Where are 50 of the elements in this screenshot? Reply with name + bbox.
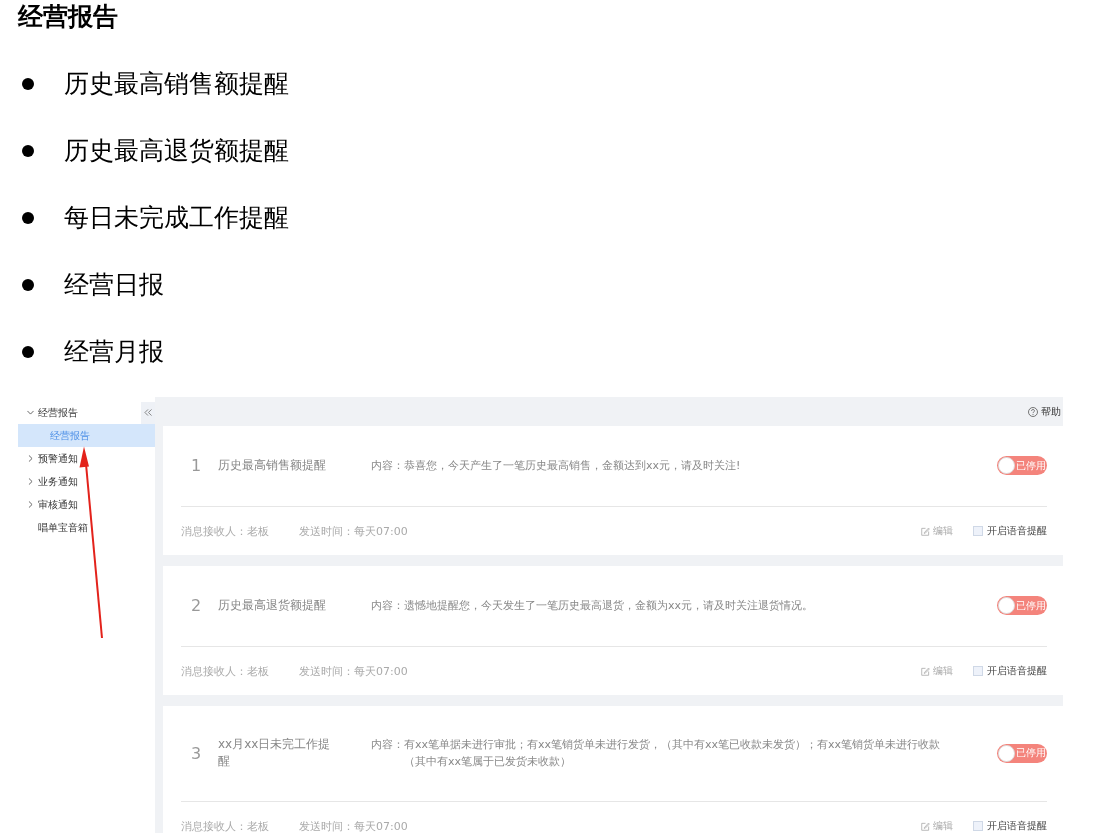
bullet-icon [22,279,34,291]
bullet-text: 历史最高销售额提醒 [64,68,289,100]
switch-knob-icon [998,597,1015,614]
content-label: 内容： [371,458,404,474]
edit-icon [921,526,930,536]
switch-knob-icon [998,457,1015,474]
bullet-icon [22,346,34,358]
bullet-text: 历史最高退货额提醒 [64,135,289,167]
send-time-text: 发送时间：每天07:00 [299,818,408,833]
send-time-text: 发送时间：每天07:00 [299,523,408,539]
slide-title: 经营报告 [16,1,119,33]
receiver-text: 消息接收人：老板 [181,663,269,679]
bullet-icon [22,212,34,224]
send-time-text: 发送时间：每天07:00 [299,663,408,679]
content-label: 内容： [371,737,404,753]
voice-checkbox[interactable] [973,821,983,831]
edit-icon [921,821,930,831]
sidebar-item[interactable]: 唱单宝音箱 [18,516,155,539]
content-text: 有xx笔单据未进行审批；有xx笔销货单未进行发货，（其中有xx笔已收款未发货）；有xx笔销货单未进行收款（其中有xx笔属于已发货未收款） [404,737,942,770]
edit-icon [921,666,930,676]
card-number: 1 [190,457,203,474]
help-button[interactable]: 帮助 [1028,404,1061,419]
receiver-text: 消息接收人：老板 [181,818,269,833]
checkbox-label[interactable]: 开启语音提醒 [987,819,1047,833]
checkbox-label[interactable]: 开启语音提醒 [987,524,1047,538]
card-number: 2 [190,597,203,614]
sidebar-item[interactable]: 预警通知 [18,447,155,470]
sidebar-item[interactable]: 业务通知 [18,470,155,493]
help-icon [1028,406,1038,417]
content-label: 内容： [371,598,404,614]
sidebar-item[interactable]: 审核通知 [18,493,155,516]
switch-knob-icon [998,744,1015,762]
receiver-text: 消息接收人：老板 [181,523,269,539]
content-text: 恭喜您，今天产生了一笔历史最高销售，金额达到xx元，请及时关注! [404,458,741,474]
bullet-icon [22,78,34,90]
bullet-text: 经营月报 [64,336,164,368]
sidebar-item[interactable]: 经营报告 [18,401,141,424]
voice-checkbox[interactable] [973,666,983,676]
card-title: 历史最高退货额提醒 [218,597,327,614]
checkbox-label[interactable]: 开启语音提醒 [987,664,1047,678]
card-title: 历史最高销售额提醒 [218,457,327,474]
card-number: 3 [190,744,203,762]
card-title: xx月xx日未完工作提醒 [218,736,332,770]
bullet-icon [22,145,34,157]
collapse-button[interactable] [141,401,155,424]
voice-checkbox[interactable] [973,526,983,536]
double-chevron-left-icon [144,409,152,416]
bullet-text: 每日未完成工作提醒 [64,202,289,234]
content-text: 遗憾地提醒您，今天发生了一笔历史最高退货，金额为xx元，请及时关注退货情况。 [404,598,814,614]
bullet-text: 经营日报 [64,269,164,301]
